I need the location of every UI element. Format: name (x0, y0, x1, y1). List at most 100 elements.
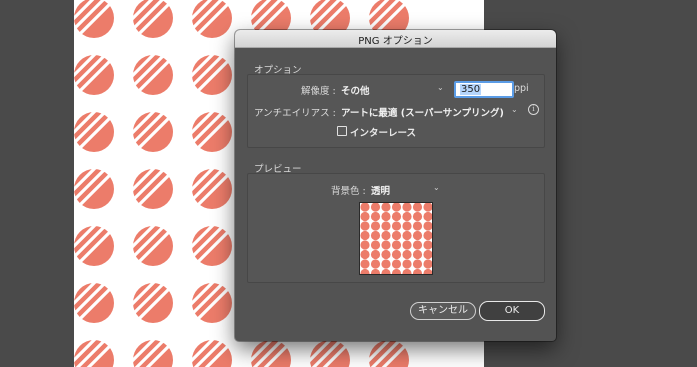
antialias-dropdown[interactable]: アートに最適 (スーパーサンプリング) ⌄ (339, 102, 523, 119)
pattern-circle (391, 211, 402, 222)
resolution-input-value: 350 (460, 84, 482, 95)
resolution-dropdown-value: その他 (341, 86, 370, 97)
interlace-checkbox[interactable] (337, 126, 347, 136)
pattern-circle (360, 259, 370, 269)
pattern-circle (74, 222, 115, 267)
pattern-circle (391, 203, 402, 212)
pattern-circle (247, 336, 292, 367)
pattern-circle (412, 203, 423, 212)
pattern-circle (402, 249, 412, 260)
dialog-titlebar[interactable]: PNG オプション (235, 30, 556, 48)
pattern-circle (129, 108, 174, 153)
pattern-circle (402, 230, 412, 241)
pattern-circle (370, 203, 381, 212)
pattern-circle (402, 203, 412, 212)
pattern-circle (370, 259, 381, 269)
pattern-circle (74, 336, 115, 367)
pattern-circle (412, 249, 423, 260)
pattern-circle (412, 211, 423, 222)
chevron-down-icon: ⌄ (437, 83, 444, 92)
chevron-down-icon: ⌄ (511, 105, 518, 114)
pattern-circle (370, 221, 381, 231)
pattern-circle (370, 249, 381, 260)
pattern-circle (381, 240, 391, 250)
pattern-circle (381, 249, 391, 260)
pattern-circle (391, 230, 402, 241)
resolution-unit: ppi (514, 83, 529, 94)
pattern-circle (360, 203, 370, 212)
pattern-circle (391, 259, 402, 269)
preview-pattern (360, 203, 432, 274)
pattern-circle (402, 259, 412, 269)
pattern-circle (360, 211, 370, 222)
antialias-dropdown-value: アートに最適 (スーパーサンプリング) (341, 108, 504, 119)
cancel-button[interactable]: キャンセル (410, 302, 476, 320)
pattern-circle (381, 211, 391, 222)
preview-thumbnail (359, 202, 433, 275)
pattern-circle (306, 336, 351, 367)
background-color-label: 背景色 : (331, 186, 366, 197)
pattern-circle (129, 279, 174, 324)
pattern-circle (74, 0, 115, 39)
pattern-circle (423, 268, 432, 274)
resolution-label: 解像度 : (301, 86, 336, 97)
pattern-circle (360, 249, 370, 260)
pattern-circle (188, 51, 233, 96)
pattern-circle (391, 221, 402, 231)
pattern-circle (412, 268, 423, 274)
pattern-circle (402, 240, 412, 250)
pattern-circle (74, 108, 115, 153)
pattern-circle (423, 240, 432, 250)
chevron-down-icon: ⌄ (433, 183, 440, 192)
background-color-dropdown[interactable]: 透明 ⌄ (369, 180, 445, 197)
pattern-circle (129, 51, 174, 96)
pattern-circle (129, 336, 174, 367)
pattern-circle (423, 259, 432, 269)
pattern-circle (370, 268, 381, 274)
pattern-circle (412, 240, 423, 250)
pattern-circle (188, 222, 233, 267)
resolution-dropdown[interactable]: その他 ⌄ (339, 80, 447, 97)
interlace-label[interactable]: インターレース (350, 125, 416, 139)
background-color-value: 透明 (371, 186, 391, 197)
pattern-circle (381, 230, 391, 241)
pattern-circle (74, 279, 115, 324)
pattern-circle (188, 0, 233, 39)
pattern-circle (360, 230, 370, 241)
pattern-circle (360, 240, 370, 250)
pattern-circle (391, 268, 402, 274)
pattern-circle (381, 259, 391, 269)
pattern-circle (365, 336, 410, 367)
pattern-circle (423, 249, 432, 260)
pattern-circle (381, 268, 391, 274)
resolution-input[interactable]: 350 (454, 81, 514, 98)
pattern-circle (402, 221, 412, 231)
pattern-circle (74, 51, 115, 96)
pattern-circle (412, 230, 423, 241)
pattern-circle (391, 240, 402, 250)
pattern-circle (402, 211, 412, 222)
pattern-circle (188, 279, 233, 324)
pattern-circle (423, 221, 432, 231)
pattern-circle (370, 211, 381, 222)
pattern-circle (129, 165, 174, 210)
pattern-circle (188, 108, 233, 153)
pattern-circle (423, 230, 432, 241)
pattern-circle (412, 259, 423, 269)
antialias-label: アンチエイリアス : (254, 108, 336, 119)
pattern-circle (129, 0, 174, 39)
pattern-circle (360, 268, 370, 274)
info-icon[interactable]: i (528, 104, 539, 115)
pattern-circle (391, 249, 402, 260)
pattern-circle (402, 268, 412, 274)
pattern-circle (74, 165, 115, 210)
dialog-title: PNG オプション (358, 36, 433, 47)
pattern-circle (370, 230, 381, 241)
pattern-circle (129, 222, 174, 267)
pattern-circle (360, 221, 370, 231)
pattern-circle (423, 211, 432, 222)
pattern-circle (423, 203, 432, 212)
pattern-circle (412, 221, 423, 231)
ok-button[interactable]: OK (479, 301, 545, 321)
pattern-circle (188, 165, 233, 210)
